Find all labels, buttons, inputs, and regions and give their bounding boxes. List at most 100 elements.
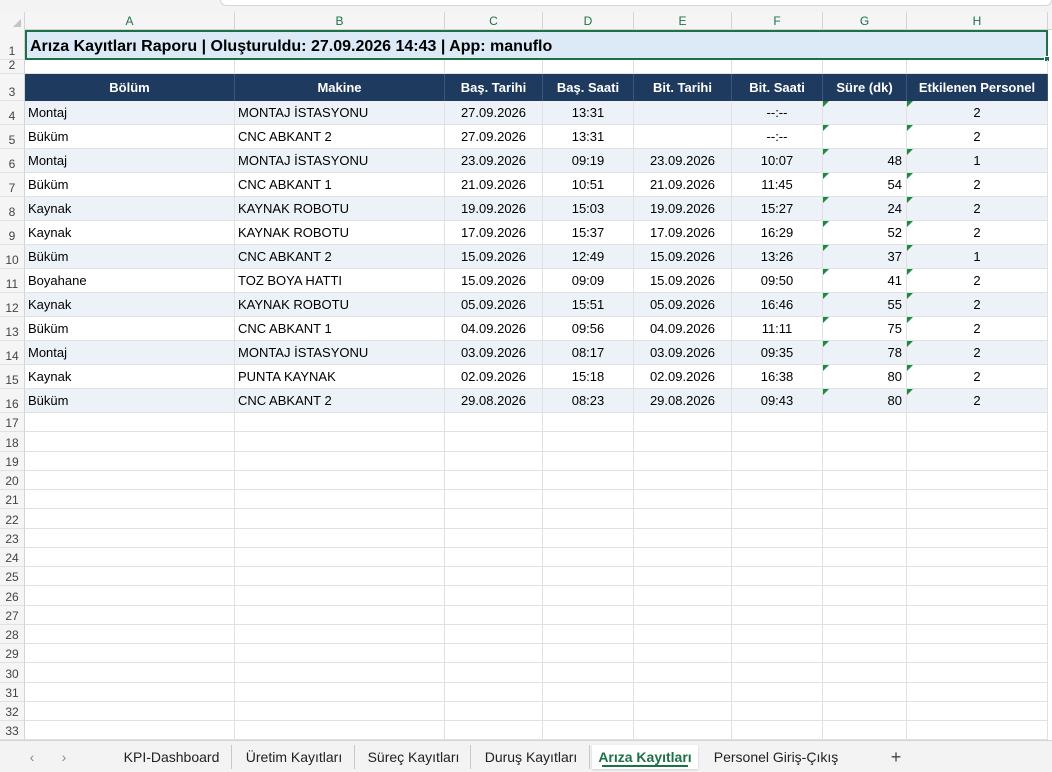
- empty-cell[interactable]: [634, 701, 732, 721]
- header-cell[interactable]: Baş. Saati: [543, 74, 634, 101]
- empty-cell[interactable]: [445, 624, 543, 644]
- data-cell[interactable]: 29.08.2026: [445, 389, 543, 413]
- empty-cell[interactable]: [235, 509, 445, 529]
- empty-cell[interactable]: [543, 605, 634, 625]
- row-header-4[interactable]: 4: [0, 101, 25, 125]
- data-cell[interactable]: 02.09.2026: [634, 365, 732, 389]
- data-cell[interactable]: 15.09.2026: [634, 245, 732, 269]
- empty-cell[interactable]: [543, 701, 634, 721]
- header-cell[interactable]: Makine: [235, 74, 445, 101]
- data-cell[interactable]: Kaynak: [25, 221, 235, 245]
- empty-cell[interactable]: [445, 586, 543, 606]
- empty-cell[interactable]: [543, 528, 634, 548]
- column-header-g[interactable]: G: [823, 12, 907, 30]
- data-cell[interactable]: 80: [823, 389, 907, 413]
- empty-cell[interactable]: [634, 509, 732, 529]
- data-cell[interactable]: 13:31: [543, 125, 634, 149]
- data-cell[interactable]: PUNTA KAYNAK: [235, 365, 445, 389]
- empty-cell[interactable]: [543, 509, 634, 529]
- empty-cell[interactable]: [907, 605, 1048, 625]
- empty-cell[interactable]: [634, 663, 732, 683]
- empty-cell[interactable]: [732, 663, 823, 683]
- data-cell[interactable]: 2: [907, 173, 1048, 197]
- empty-cell[interactable]: [235, 413, 445, 433]
- empty-cell[interactable]: [445, 60, 543, 74]
- empty-cell[interactable]: [25, 721, 235, 741]
- empty-cell[interactable]: [907, 547, 1048, 567]
- row-header-1[interactable]: 1: [0, 30, 25, 60]
- data-cell[interactable]: 09:43: [732, 389, 823, 413]
- data-cell[interactable]: 29.08.2026: [634, 389, 732, 413]
- column-header-b[interactable]: B: [235, 12, 445, 30]
- empty-cell[interactable]: [25, 490, 235, 510]
- empty-cell[interactable]: [235, 567, 445, 587]
- row-header-6[interactable]: 6: [0, 149, 25, 173]
- data-cell[interactable]: CNC ABKANT 2: [235, 245, 445, 269]
- empty-cell[interactable]: [634, 682, 732, 702]
- data-cell[interactable]: CNC ABKANT 1: [235, 317, 445, 341]
- data-cell[interactable]: 15:37: [543, 221, 634, 245]
- empty-cell[interactable]: [907, 721, 1048, 741]
- data-cell[interactable]: [823, 125, 907, 149]
- data-cell[interactable]: [634, 125, 732, 149]
- data-cell[interactable]: 16:29: [732, 221, 823, 245]
- sheet-tab[interactable]: KPI-Dashboard: [112, 745, 232, 769]
- empty-cell[interactable]: [634, 470, 732, 490]
- data-cell[interactable]: 16:38: [732, 365, 823, 389]
- row-header-25[interactable]: 25: [0, 567, 25, 587]
- row-header-18[interactable]: 18: [0, 432, 25, 452]
- empty-cell[interactable]: [732, 490, 823, 510]
- empty-cell[interactable]: [634, 624, 732, 644]
- empty-cell[interactable]: [445, 470, 543, 490]
- empty-cell[interactable]: [634, 413, 732, 433]
- data-cell[interactable]: --:--: [732, 101, 823, 125]
- empty-cell[interactable]: [732, 624, 823, 644]
- row-header-29[interactable]: 29: [0, 644, 25, 664]
- empty-cell[interactable]: [543, 547, 634, 567]
- data-cell[interactable]: 13:31: [543, 101, 634, 125]
- data-cell[interactable]: Büküm: [25, 389, 235, 413]
- row-header-21[interactable]: 21: [0, 490, 25, 510]
- empty-cell[interactable]: [907, 586, 1048, 606]
- empty-cell[interactable]: [543, 624, 634, 644]
- column-header-e[interactable]: E: [634, 12, 732, 30]
- report-title-cell[interactable]: Arıza Kayıtları Raporu | Oluşturuldu: 27…: [25, 30, 1050, 62]
- row-header-28[interactable]: 28: [0, 624, 25, 644]
- empty-cell[interactable]: [823, 682, 907, 702]
- empty-cell[interactable]: [235, 586, 445, 606]
- header-cell[interactable]: Bit. Saati: [732, 74, 823, 101]
- empty-cell[interactable]: [823, 451, 907, 471]
- sheet-tab[interactable]: Arıza Kayıtları: [592, 745, 698, 769]
- empty-cell[interactable]: [907, 624, 1048, 644]
- empty-cell[interactable]: [634, 528, 732, 548]
- empty-cell[interactable]: [907, 432, 1048, 452]
- data-cell[interactable]: 05.09.2026: [445, 293, 543, 317]
- data-cell[interactable]: MONTAJ İSTASYONU: [235, 341, 445, 365]
- empty-cell[interactable]: [823, 644, 907, 664]
- empty-cell[interactable]: [907, 60, 1048, 74]
- row-header-5[interactable]: 5: [0, 125, 25, 149]
- data-cell[interactable]: 2: [907, 317, 1048, 341]
- empty-cell[interactable]: [235, 605, 445, 625]
- data-cell[interactable]: 78: [823, 341, 907, 365]
- add-sheet-icon[interactable]: +: [884, 745, 908, 769]
- formula-bar[interactable]: [220, 0, 1052, 6]
- empty-cell[interactable]: [823, 60, 907, 74]
- column-header-d[interactable]: D: [543, 12, 634, 30]
- data-cell[interactable]: 05.09.2026: [634, 293, 732, 317]
- empty-cell[interactable]: [823, 413, 907, 433]
- empty-cell[interactable]: [634, 586, 732, 606]
- data-cell[interactable]: 80: [823, 365, 907, 389]
- data-cell[interactable]: 11:45: [732, 173, 823, 197]
- data-cell[interactable]: 15:27: [732, 197, 823, 221]
- column-header-a[interactable]: A: [25, 12, 235, 30]
- data-cell[interactable]: 2: [907, 389, 1048, 413]
- empty-cell[interactable]: [543, 470, 634, 490]
- empty-cell[interactable]: [445, 721, 543, 741]
- column-header-h[interactable]: H: [907, 12, 1048, 30]
- data-cell[interactable]: 16:46: [732, 293, 823, 317]
- data-cell[interactable]: 21.09.2026: [634, 173, 732, 197]
- empty-cell[interactable]: [907, 701, 1048, 721]
- data-cell[interactable]: 54: [823, 173, 907, 197]
- empty-cell[interactable]: [235, 470, 445, 490]
